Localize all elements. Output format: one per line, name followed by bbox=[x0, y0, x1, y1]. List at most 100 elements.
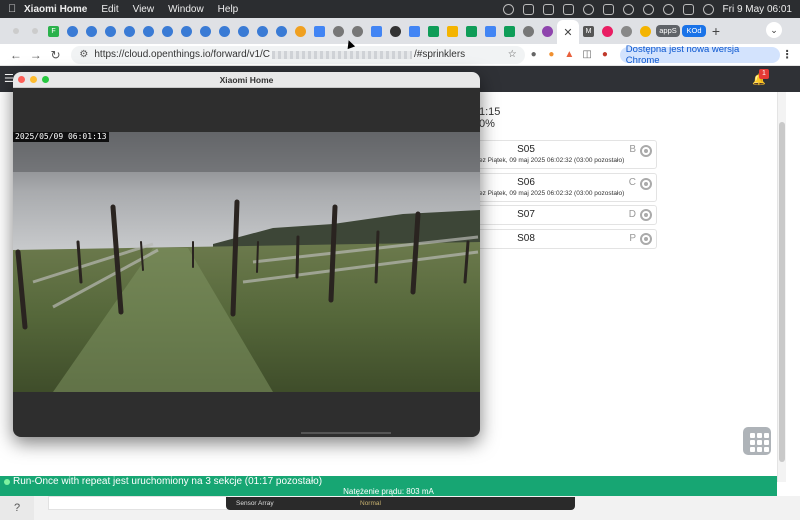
extension-icon[interactable]: ▲ bbox=[560, 49, 578, 60]
tab-drive[interactable] bbox=[443, 20, 462, 42]
run-status-bar[interactable]: Run-Once with repeat jest uruchomiony na… bbox=[0, 476, 777, 496]
tab-site[interactable] bbox=[617, 20, 636, 42]
menubar-clock[interactable]: Fri 9 May 06:01 bbox=[723, 4, 792, 15]
window-close-button[interactable] bbox=[18, 76, 25, 83]
tab-group-apps[interactable]: appS bbox=[655, 20, 681, 42]
close-tab-icon[interactable]: ✕ bbox=[563, 26, 572, 39]
tab-sheets[interactable] bbox=[500, 20, 519, 42]
color-icon[interactable] bbox=[622, 3, 634, 15]
docs-icon bbox=[409, 25, 420, 37]
station-row-s07[interactable]: S07 D bbox=[470, 205, 657, 225]
tab-site[interactable] bbox=[329, 20, 348, 42]
tab-sheets[interactable] bbox=[462, 20, 481, 42]
site-info-icon[interactable]: ⚙ bbox=[79, 49, 88, 60]
tab-site[interactable] bbox=[598, 20, 617, 42]
battery-icon[interactable] bbox=[562, 3, 574, 15]
tab-site[interactable] bbox=[636, 20, 655, 42]
tab-feedly[interactable]: F bbox=[44, 20, 63, 42]
tab-docs[interactable] bbox=[367, 20, 386, 42]
lock-icon[interactable] bbox=[602, 3, 614, 15]
tab-site[interactable]: M bbox=[579, 20, 598, 42]
extension-icon[interactable]: ● bbox=[543, 49, 561, 60]
scrollbar-thumb[interactable] bbox=[779, 122, 785, 462]
camera-feed[interactable] bbox=[13, 132, 480, 392]
status-line-1: 1:15 bbox=[479, 106, 501, 118]
site-icon bbox=[67, 25, 78, 37]
station-name: S07 bbox=[517, 209, 535, 220]
tab-site[interactable] bbox=[215, 20, 234, 42]
control-center-icon[interactable] bbox=[682, 3, 694, 15]
station-toggle-icon[interactable] bbox=[640, 178, 652, 190]
tab-docs[interactable] bbox=[405, 20, 424, 42]
menu-window[interactable]: Window bbox=[168, 4, 204, 15]
docs-icon bbox=[485, 25, 496, 37]
drive-icon[interactable] bbox=[542, 3, 554, 15]
tab-docs[interactable] bbox=[310, 20, 329, 42]
tab-site[interactable] bbox=[101, 20, 120, 42]
station-row-s06[interactable]: S06 ez Piątek, 09 maj 2025 06:02:32 (03:… bbox=[470, 173, 657, 202]
new-tab-button[interactable]: + bbox=[707, 23, 725, 39]
chrome-menu-icon[interactable]: ⋮ bbox=[780, 48, 794, 61]
menu-view[interactable]: View bbox=[133, 4, 155, 15]
apple-icon[interactable]:  bbox=[8, 3, 24, 15]
siri-icon[interactable] bbox=[702, 3, 714, 15]
tab-site[interactable] bbox=[177, 20, 196, 42]
tab-site[interactable] bbox=[82, 20, 101, 42]
video-progress-bar[interactable] bbox=[301, 432, 391, 434]
station-toggle-icon[interactable] bbox=[640, 209, 652, 221]
tab-search-button[interactable]: ⌄ bbox=[766, 22, 782, 38]
traffic-lights-placeholder bbox=[25, 20, 44, 42]
active-tab[interactable]: ✕ bbox=[557, 20, 579, 44]
station-row-s05[interactable]: S05 ez Piątek, 09 maj 2025 06:02:32 (03:… bbox=[470, 140, 657, 169]
tab-site[interactable] bbox=[63, 20, 82, 42]
extension-icon[interactable]: ● bbox=[525, 49, 543, 60]
tab-site[interactable] bbox=[272, 20, 291, 42]
tab-site[interactable] bbox=[519, 20, 538, 42]
site-icon bbox=[390, 25, 401, 37]
forward-icon[interactable]: → bbox=[26, 48, 46, 62]
s-icon[interactable] bbox=[522, 3, 534, 15]
openai-icon[interactable] bbox=[502, 3, 514, 15]
tab-site[interactable] bbox=[234, 20, 253, 42]
station-toggle-icon[interactable] bbox=[640, 233, 652, 245]
apps-grid-button[interactable] bbox=[743, 427, 771, 455]
grid-dot bbox=[764, 447, 769, 452]
tab-site[interactable] bbox=[158, 20, 177, 42]
tab-site[interactable] bbox=[291, 20, 310, 42]
menu-help[interactable]: Help bbox=[218, 4, 239, 15]
tab-sheets[interactable] bbox=[424, 20, 443, 42]
reload-icon[interactable]: ↻ bbox=[46, 48, 66, 62]
wifi-icon[interactable] bbox=[642, 3, 654, 15]
xiaomi-home-window[interactable]: Xiaomi Home 2025/05/09 06:01:13 bbox=[13, 72, 480, 437]
back-icon[interactable]: ← bbox=[6, 48, 26, 62]
search-icon[interactable] bbox=[662, 3, 674, 15]
tab-site[interactable] bbox=[139, 20, 158, 42]
tab-site[interactable] bbox=[120, 20, 139, 42]
site-icon bbox=[86, 25, 97, 37]
tab-strip: F ✕ M appS KOd + ⌄ bbox=[0, 18, 800, 44]
bookmark-star-icon[interactable]: ☆ bbox=[508, 49, 517, 60]
tab-site[interactable] bbox=[253, 20, 272, 42]
station-toggle-icon[interactable] bbox=[640, 145, 652, 157]
tab-group-kod[interactable]: KOd bbox=[681, 20, 707, 42]
window-minimize-button[interactable] bbox=[30, 76, 37, 83]
address-bar[interactable]: ⚙ https://cloud.openthings.io/forward/v1… bbox=[71, 45, 525, 64]
window-zoom-button[interactable] bbox=[42, 76, 49, 83]
profile-icon[interactable]: ● bbox=[596, 49, 614, 60]
footer-input[interactable] bbox=[48, 496, 228, 510]
page-scrollbar[interactable] bbox=[777, 92, 786, 482]
help-button[interactable]: ? bbox=[0, 496, 34, 520]
chrome-update-button[interactable]: Dostępna jest nowa wersja Chrome bbox=[619, 44, 781, 66]
browser-toolbar: ← → ↻ ⚙ https://cloud.openthings.io/forw… bbox=[0, 44, 800, 66]
station-row-s08[interactable]: S08 P bbox=[470, 229, 657, 249]
menu-edit[interactable]: Edit bbox=[101, 4, 118, 15]
tab-docs[interactable] bbox=[481, 20, 500, 42]
traffic-lights-placeholder bbox=[6, 20, 25, 42]
site-icon bbox=[640, 25, 651, 37]
menu-app-name[interactable]: Xiaomi Home bbox=[24, 4, 87, 15]
play-icon[interactable] bbox=[582, 3, 594, 15]
tab-site[interactable] bbox=[196, 20, 215, 42]
tab-site[interactable] bbox=[386, 20, 405, 42]
tab-site[interactable] bbox=[538, 20, 557, 42]
extensions-puzzle-icon[interactable]: ◫ bbox=[578, 49, 596, 60]
